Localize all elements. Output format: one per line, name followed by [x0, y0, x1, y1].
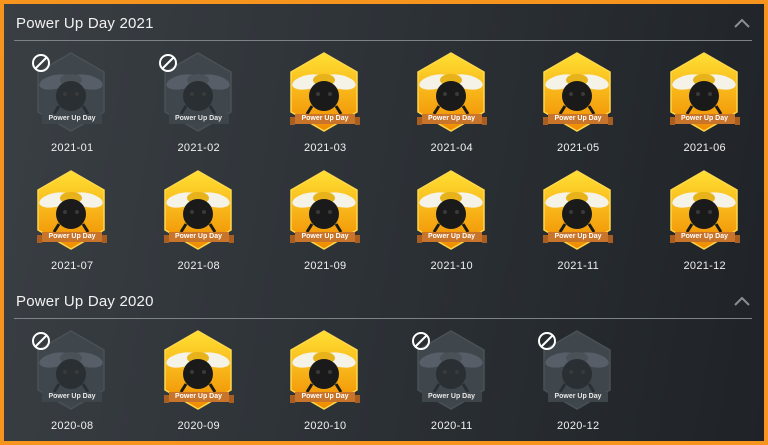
badge-label: 2021-01 — [51, 142, 94, 154]
badge-panel: Power Up Day 2021 Power Up Day 2021-01 Pow… — [0, 0, 768, 445]
badge-ribbon: Power Up Day — [163, 232, 234, 243]
badge-ribbon: Power Up Day — [421, 392, 482, 402]
badge-ribbon: Power Up Day — [543, 114, 613, 125]
section-title: Power Up Day 2021 — [16, 15, 154, 32]
badge-label: 2021-07 — [51, 260, 94, 272]
badge-2021-02[interactable]: Power Up Day 2021-02 — [136, 46, 263, 154]
chevron-up-icon[interactable] — [734, 295, 750, 307]
badge-label: 2021-12 — [683, 260, 726, 272]
badge-label: 2021-06 — [683, 142, 726, 154]
badge-label: 2021-10 — [430, 260, 473, 272]
badge-label: 2021-05 — [557, 142, 600, 154]
badge-label: 2021-09 — [304, 260, 347, 272]
badge-grid-2020: Power Up Day 2020-08 Power Up Day 2020-09 Po… — [9, 324, 764, 432]
badge-2021-07[interactable]: Power Up Day 2021-07 — [9, 164, 136, 272]
badge-ribbon: Power Up Day — [290, 114, 360, 125]
badge-grid-2021: Power Up Day 2021-01 Power Up Day 2021-02 Po… — [9, 46, 765, 272]
badge-ribbon: Power Up Day — [548, 392, 608, 402]
badge-2020-09[interactable]: Power Up Day 2020-09 — [136, 324, 263, 432]
badge-2021-08[interactable]: Power Up Day 2021-08 — [136, 164, 263, 272]
badge-2021-06[interactable]: Power Up Day 2021-06 — [642, 46, 765, 154]
badge-2021-03[interactable]: Power Up Day 2021-03 — [262, 46, 389, 154]
chevron-up-icon[interactable] — [734, 17, 750, 29]
badge-2020-12[interactable]: Power Up Day 2020-12 — [515, 324, 642, 432]
badge-ribbon: Power Up Day — [42, 114, 102, 124]
badge-ribbon: Power Up Day — [290, 232, 360, 243]
badge-2020-11[interactable]: Power Up Day 2020-11 — [389, 324, 516, 432]
badge-label: 2021-02 — [177, 142, 220, 154]
badge-2021-10[interactable]: Power Up Day 2021-10 — [389, 164, 516, 272]
badge-label: 2021-04 — [430, 142, 473, 154]
badge-ribbon: Power Up Day — [163, 392, 234, 403]
badge-ribbon: Power Up Day — [416, 232, 487, 243]
badge-ribbon: Power Up Day — [669, 232, 740, 243]
badge-2021-05[interactable]: Power Up Day 2021-05 — [515, 46, 642, 154]
badge-ribbon: Power Up Day — [37, 232, 107, 243]
badge-2021-11[interactable]: Power Up Day 2021-11 — [515, 164, 642, 272]
no-entry-icon — [32, 332, 50, 350]
section-title: Power Up Day 2020 — [16, 293, 154, 310]
badge-label: 2020-09 — [177, 420, 220, 432]
badge-2021-12[interactable]: Power Up Day 2021-12 — [642, 164, 765, 272]
badge-ribbon: Power Up Day — [543, 232, 613, 243]
badge-label: 2020-11 — [430, 420, 473, 432]
badge-2020-08[interactable]: Power Up Day 2020-08 — [9, 324, 136, 432]
badge-ribbon: Power Up Day — [42, 392, 102, 402]
badge-label: 2021-08 — [177, 260, 220, 272]
badge-label: 2020-10 — [304, 420, 347, 432]
badge-2021-04[interactable]: Power Up Day 2021-04 — [389, 46, 516, 154]
section-header-2021[interactable]: Power Up Day 2021 — [14, 10, 752, 41]
badge-2021-01[interactable]: Power Up Day 2021-01 — [9, 46, 136, 154]
section-header-2020[interactable]: Power Up Day 2020 — [14, 288, 752, 319]
no-entry-icon — [158, 54, 177, 72]
badge-2021-09[interactable]: Power Up Day 2021-09 — [262, 164, 389, 272]
no-entry-icon — [538, 332, 556, 350]
badge-ribbon: Power Up Day — [416, 114, 487, 125]
no-entry-icon — [411, 332, 430, 350]
badge-ribbon: Power Up Day — [168, 114, 229, 124]
badge-label: 2021-03 — [304, 142, 347, 154]
no-entry-icon — [32, 54, 50, 72]
badge-label: 2020-08 — [51, 420, 94, 432]
badge-ribbon: Power Up Day — [290, 392, 360, 403]
badge-ribbon: Power Up Day — [669, 114, 740, 125]
badge-label: 2021-11 — [557, 260, 600, 272]
badge-2020-10[interactable]: Power Up Day 2020-10 — [262, 324, 389, 432]
badge-label: 2020-12 — [557, 420, 600, 432]
